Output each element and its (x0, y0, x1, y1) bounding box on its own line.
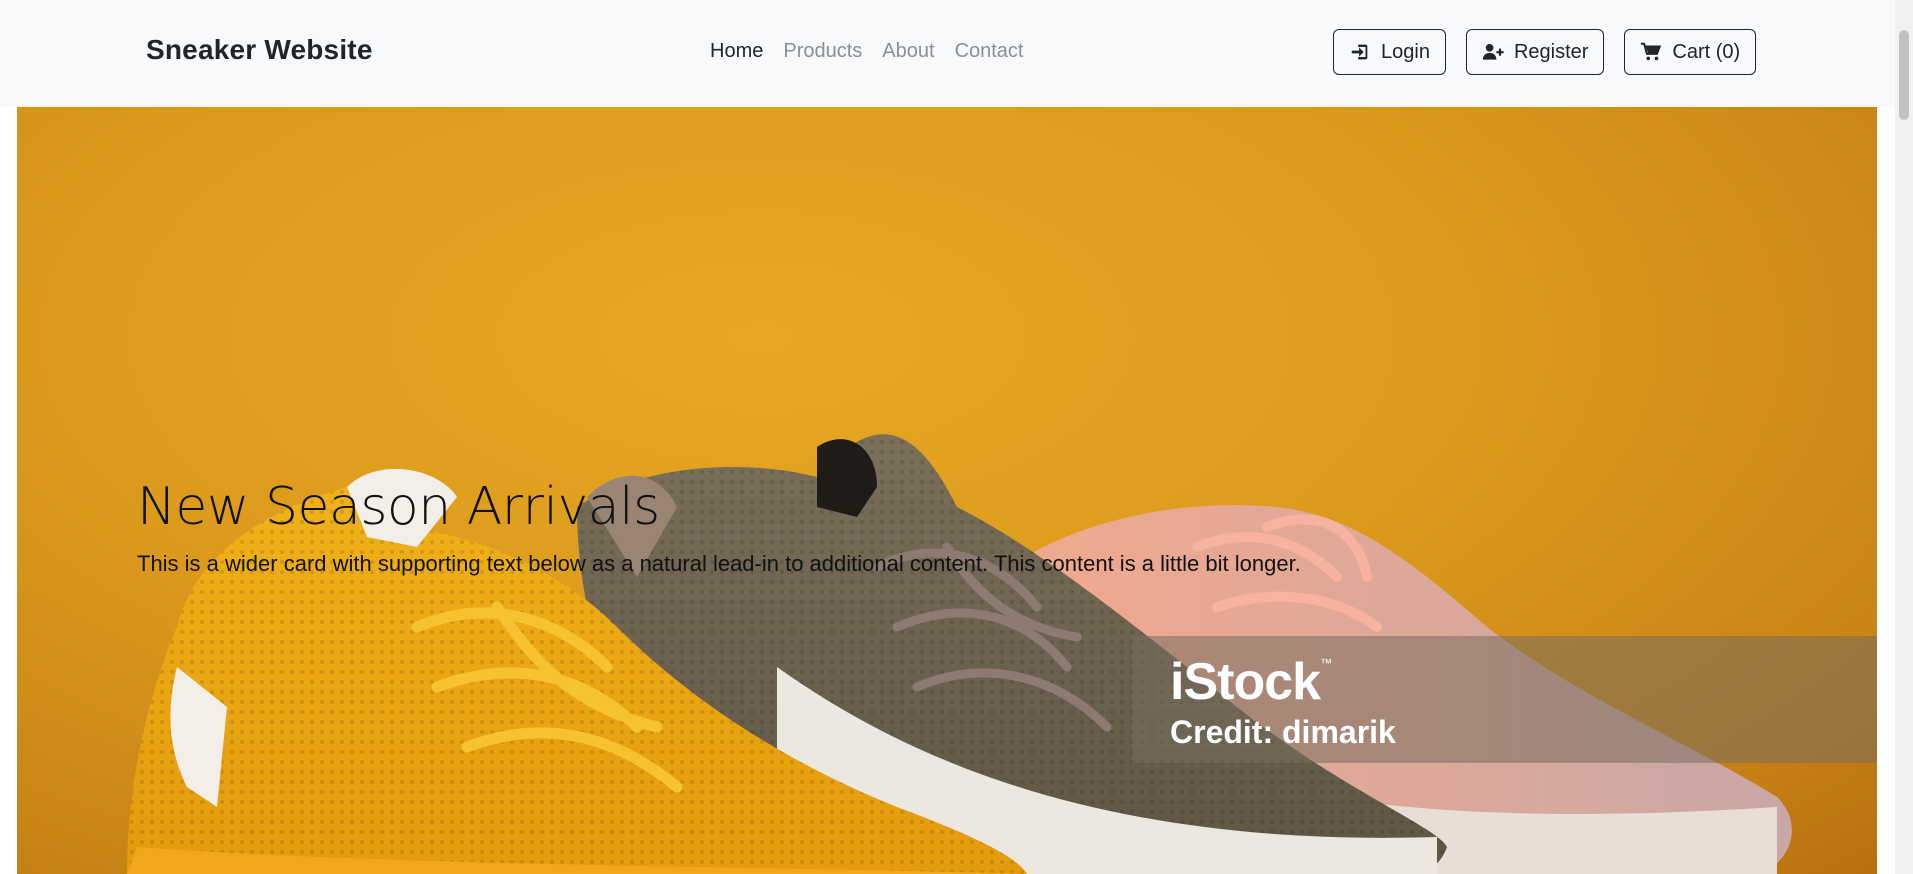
cart-label: Cart (0) (1672, 40, 1741, 63)
navbar: Sneaker Website Home Products About Cont… (0, 0, 1895, 107)
hero-text: This is a wider card with supporting tex… (137, 551, 1301, 576)
brand-logo[interactable]: Sneaker Website (146, 34, 373, 66)
nav-links: Home Products About Contact (710, 40, 1024, 63)
nav-link-home[interactable]: Home (710, 40, 763, 63)
trademark-symbol: ™ (1320, 656, 1332, 670)
cart-icon (1640, 41, 1662, 63)
scrollbar[interactable] (1895, 0, 1913, 874)
cart-button[interactable]: Cart (0) (1624, 29, 1757, 75)
user-plus-icon (1482, 41, 1504, 63)
hero-title: New Season Arrivals (137, 477, 660, 537)
watermark-brand-text: iStock (1170, 653, 1321, 711)
nav-link-products[interactable]: Products (783, 40, 862, 63)
sign-in-icon (1349, 41, 1371, 63)
login-button[interactable]: Login (1333, 29, 1446, 75)
istock-watermark: iStock™ Credit: dimarik (1132, 636, 1877, 763)
hero-banner: New Season Arrivals This is a wider card… (17, 107, 1877, 874)
watermark-brand: iStock™ (1170, 652, 1332, 712)
nav-link-about[interactable]: About (882, 40, 934, 63)
nav-link-contact[interactable]: Contact (955, 40, 1024, 63)
nav-buttons: Login Register Cart (0) (1333, 29, 1757, 75)
watermark-credit: Credit: dimarik (1170, 714, 1396, 750)
scrollbar-thumb[interactable] (1899, 30, 1909, 120)
register-label: Register (1513, 40, 1589, 63)
register-button[interactable]: Register (1465, 29, 1605, 75)
login-label: Login (1381, 40, 1430, 63)
page: Sneaker Website Home Products About Cont… (0, 0, 1913, 874)
